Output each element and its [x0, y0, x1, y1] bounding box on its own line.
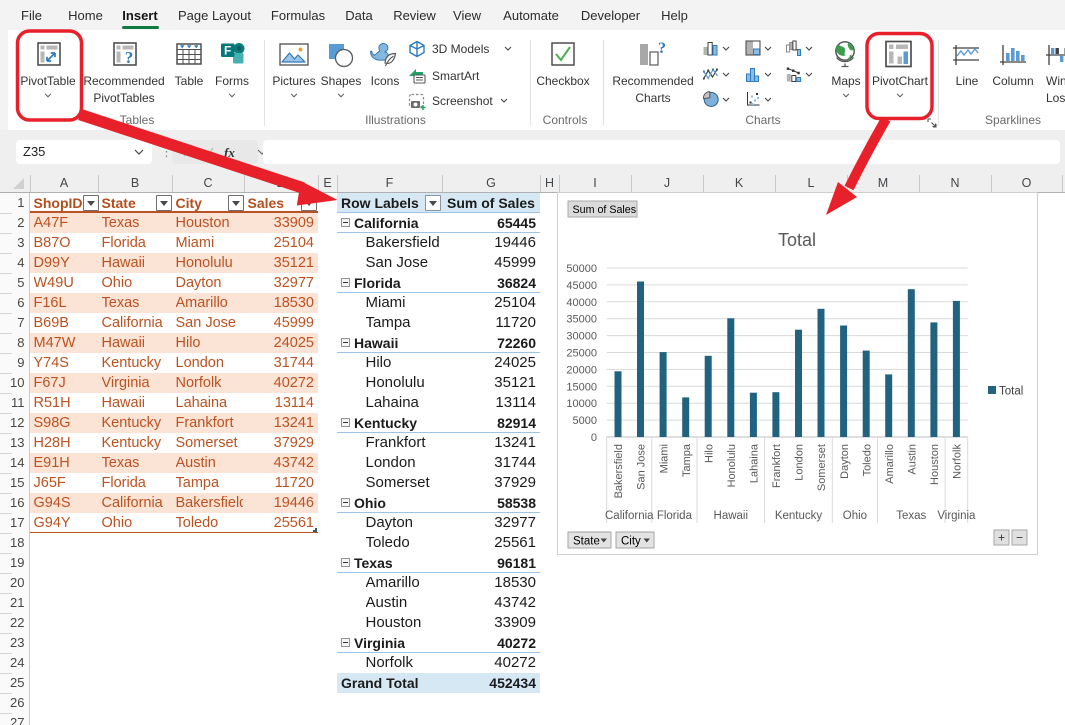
svg-text:State: State	[573, 536, 600, 548]
svg-text:40000: 40000	[566, 297, 597, 309]
svg-text:Total: Total	[999, 386, 1023, 398]
svg-text:Frankfort: Frankfort	[771, 444, 783, 488]
svg-text:Somerset: Somerset	[816, 444, 828, 491]
svg-text:?: ?	[125, 48, 134, 67]
svg-text:15000: 15000	[566, 381, 597, 393]
svg-text:Toledo: Toledo	[861, 444, 873, 476]
svg-text:Norfolk: Norfolk	[952, 444, 964, 479]
svg-text:35000: 35000	[566, 314, 597, 326]
svg-text:San Jose: San Jose	[636, 444, 648, 490]
svg-text:Dayton: Dayton	[839, 444, 851, 479]
svg-text:Sum of Sales: Sum of Sales	[573, 204, 637, 216]
svg-text:Hawaii: Hawaii	[714, 510, 749, 522]
svg-text:+: +	[998, 531, 1005, 545]
svg-text:Florida: Florida	[657, 510, 693, 522]
svg-text:Amarillo: Amarillo	[884, 444, 896, 484]
svg-text:45000: 45000	[566, 280, 597, 292]
svg-text:fx: fx	[224, 145, 235, 160]
svg-text:Texas: Texas	[896, 510, 926, 522]
svg-text:30000: 30000	[566, 331, 597, 343]
svg-text:10000: 10000	[566, 398, 597, 410]
svg-text:London: London	[794, 444, 806, 481]
svg-text:Honolulu: Honolulu	[726, 444, 738, 487]
svg-text:Virginia: Virginia	[937, 510, 976, 522]
svg-text:F: F	[224, 44, 231, 58]
svg-text:25000: 25000	[566, 348, 597, 360]
svg-text:City: City	[621, 536, 641, 548]
svg-text:Houston: Houston	[929, 444, 941, 485]
svg-text:Lahaina: Lahaina	[749, 443, 761, 483]
svg-text:Ohio: Ohio	[843, 510, 867, 522]
svg-text:Hilo: Hilo	[703, 444, 715, 463]
svg-text:Kentucky: Kentucky	[775, 510, 823, 522]
svg-text:Total: Total	[778, 230, 816, 250]
svg-text:50000: 50000	[566, 263, 597, 275]
svg-text:Austin: Austin	[907, 444, 919, 475]
svg-text:Miami: Miami	[658, 444, 670, 473]
svg-text:Tampa: Tampa	[681, 443, 693, 477]
svg-text:20000: 20000	[566, 364, 597, 376]
svg-text:Bakersfield: Bakersfield	[613, 444, 625, 498]
svg-text:5000: 5000	[573, 415, 597, 427]
svg-text:0: 0	[591, 432, 597, 444]
svg-text:−: −	[1016, 531, 1023, 545]
svg-text:?: ?	[658, 41, 666, 57]
svg-text:California: California	[605, 510, 654, 522]
